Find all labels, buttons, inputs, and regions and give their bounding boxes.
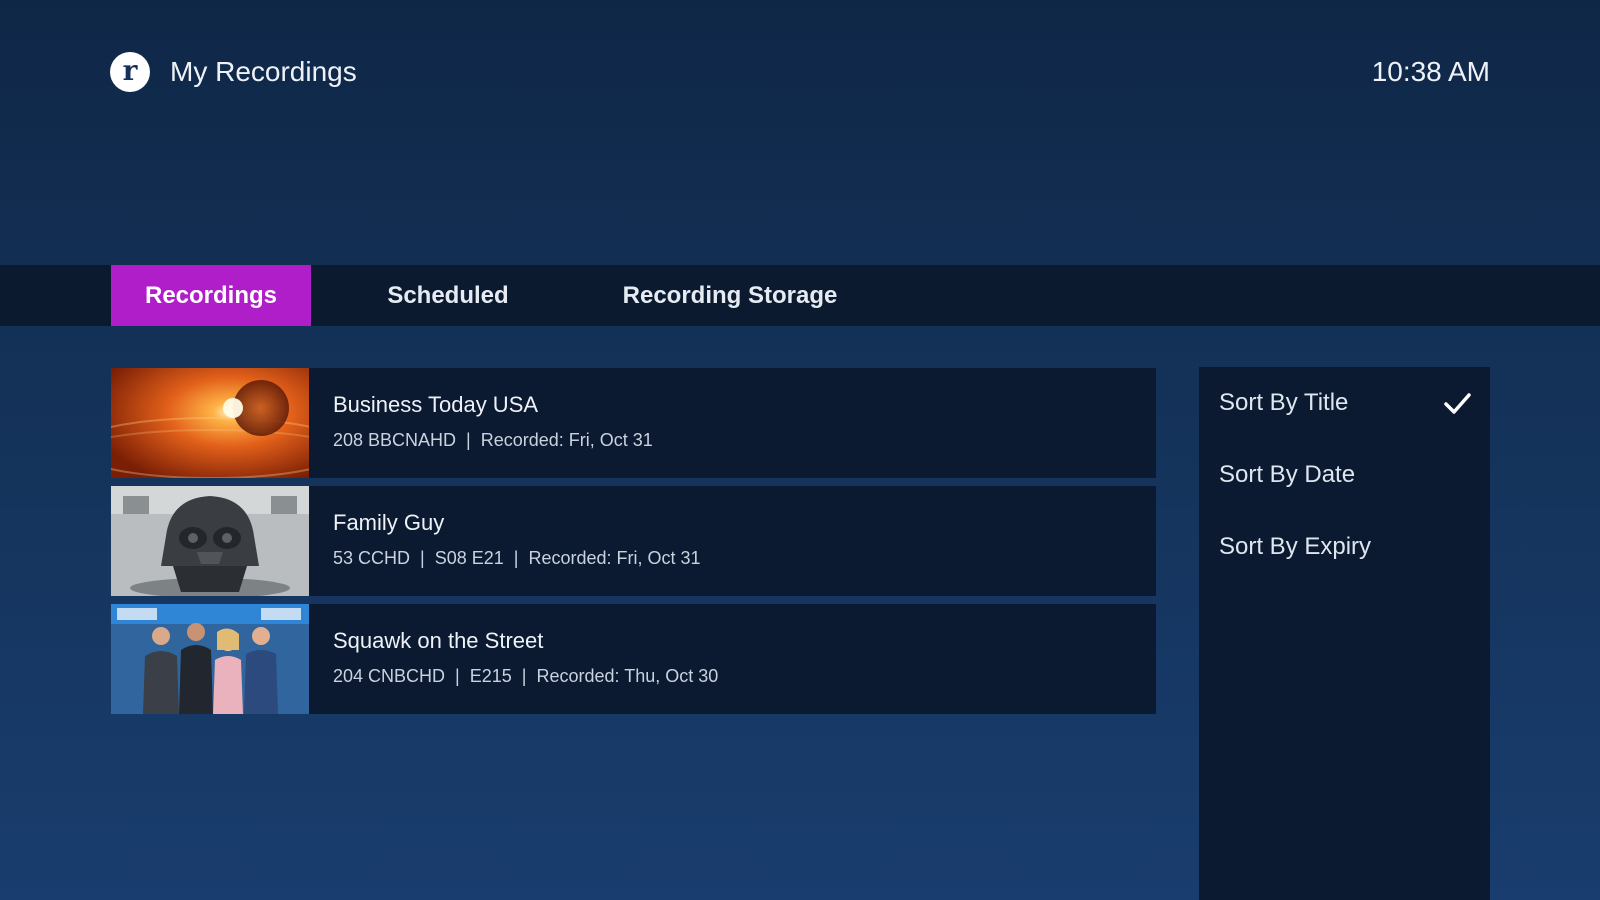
- recording-channel: 204 CNBCHD: [333, 666, 446, 686]
- recording-title: Business Today USA: [333, 392, 539, 417]
- recording-date: Recorded: Fri, Oct 31: [480, 430, 653, 450]
- sort-option-label: Sort By Expiry: [1219, 533, 1372, 560]
- sort-option-label: Sort By Title: [1219, 389, 1349, 416]
- news-anchors-thumbnail: [111, 604, 309, 714]
- recording-date: Recorded: Fri, Oct 31: [528, 548, 701, 568]
- page-title: My Recordings: [170, 56, 357, 87]
- sort-by-title-option[interactable]: Sort By Title: [1199, 367, 1490, 439]
- recording-title: Squawk on the Street: [333, 628, 544, 653]
- recording-meta: 53 CCHD | S08 E21 | Recorded: Fri, Oct 31: [333, 548, 701, 568]
- header: r My Recordings: [110, 48, 357, 96]
- sort-by-date-option[interactable]: Sort By Date: [1199, 439, 1490, 511]
- sort-by-expiry-option[interactable]: Sort By Expiry: [1199, 511, 1490, 583]
- orange-globe-thumbnail: [111, 368, 309, 478]
- recording-episode: S08 E21: [434, 548, 504, 568]
- recording-meta: 204 CNBCHD | E215 | Recorded: Thu, Oct 30: [333, 666, 719, 686]
- recording-meta: 208 BBCNAHD | Recorded: Fri, Oct 31: [333, 430, 653, 450]
- recording-title: Family Guy: [333, 510, 445, 535]
- sort-panel: Sort By Title Sort By Date Sort By Expir…: [1199, 367, 1490, 900]
- recording-row[interactable]: Family Guy 53 CCHD | S08 E21 | Recorded: Fri…: [111, 486, 1156, 596]
- tab-scheduled[interactable]: Scheduled: [350, 265, 546, 326]
- tab-recordings[interactable]: Recordings: [111, 265, 311, 326]
- sort-option-label: Sort By Date: [1219, 461, 1356, 488]
- app-logo: r: [110, 52, 150, 92]
- recording-row[interactable]: Squawk on the Street 204 CNBCHD | E215 | Rec…: [111, 604, 1156, 714]
- recording-channel: 53 CCHD: [333, 548, 411, 568]
- recording-row[interactable]: Business Today USA 208 BBCNAHD | Recorded:…: [111, 368, 1156, 478]
- clock: 10:38 AM: [1371, 56, 1490, 87]
- recording-episode: E215: [469, 666, 512, 686]
- tab-bar: Recordings Scheduled Recording Storage: [0, 265, 1600, 326]
- recordings-list: Business Today USA 208 BBCNAHD | Recorded:…: [111, 368, 1156, 722]
- cartoon-helmet-thumbnail: [111, 486, 309, 596]
- recording-channel: 208 BBCNAHD: [333, 430, 457, 450]
- tab-recording-storage[interactable]: Recording Storage: [600, 265, 860, 326]
- recording-date: Recorded: Thu, Oct 30: [536, 666, 719, 686]
- checkmark-icon: [1444, 393, 1471, 414]
